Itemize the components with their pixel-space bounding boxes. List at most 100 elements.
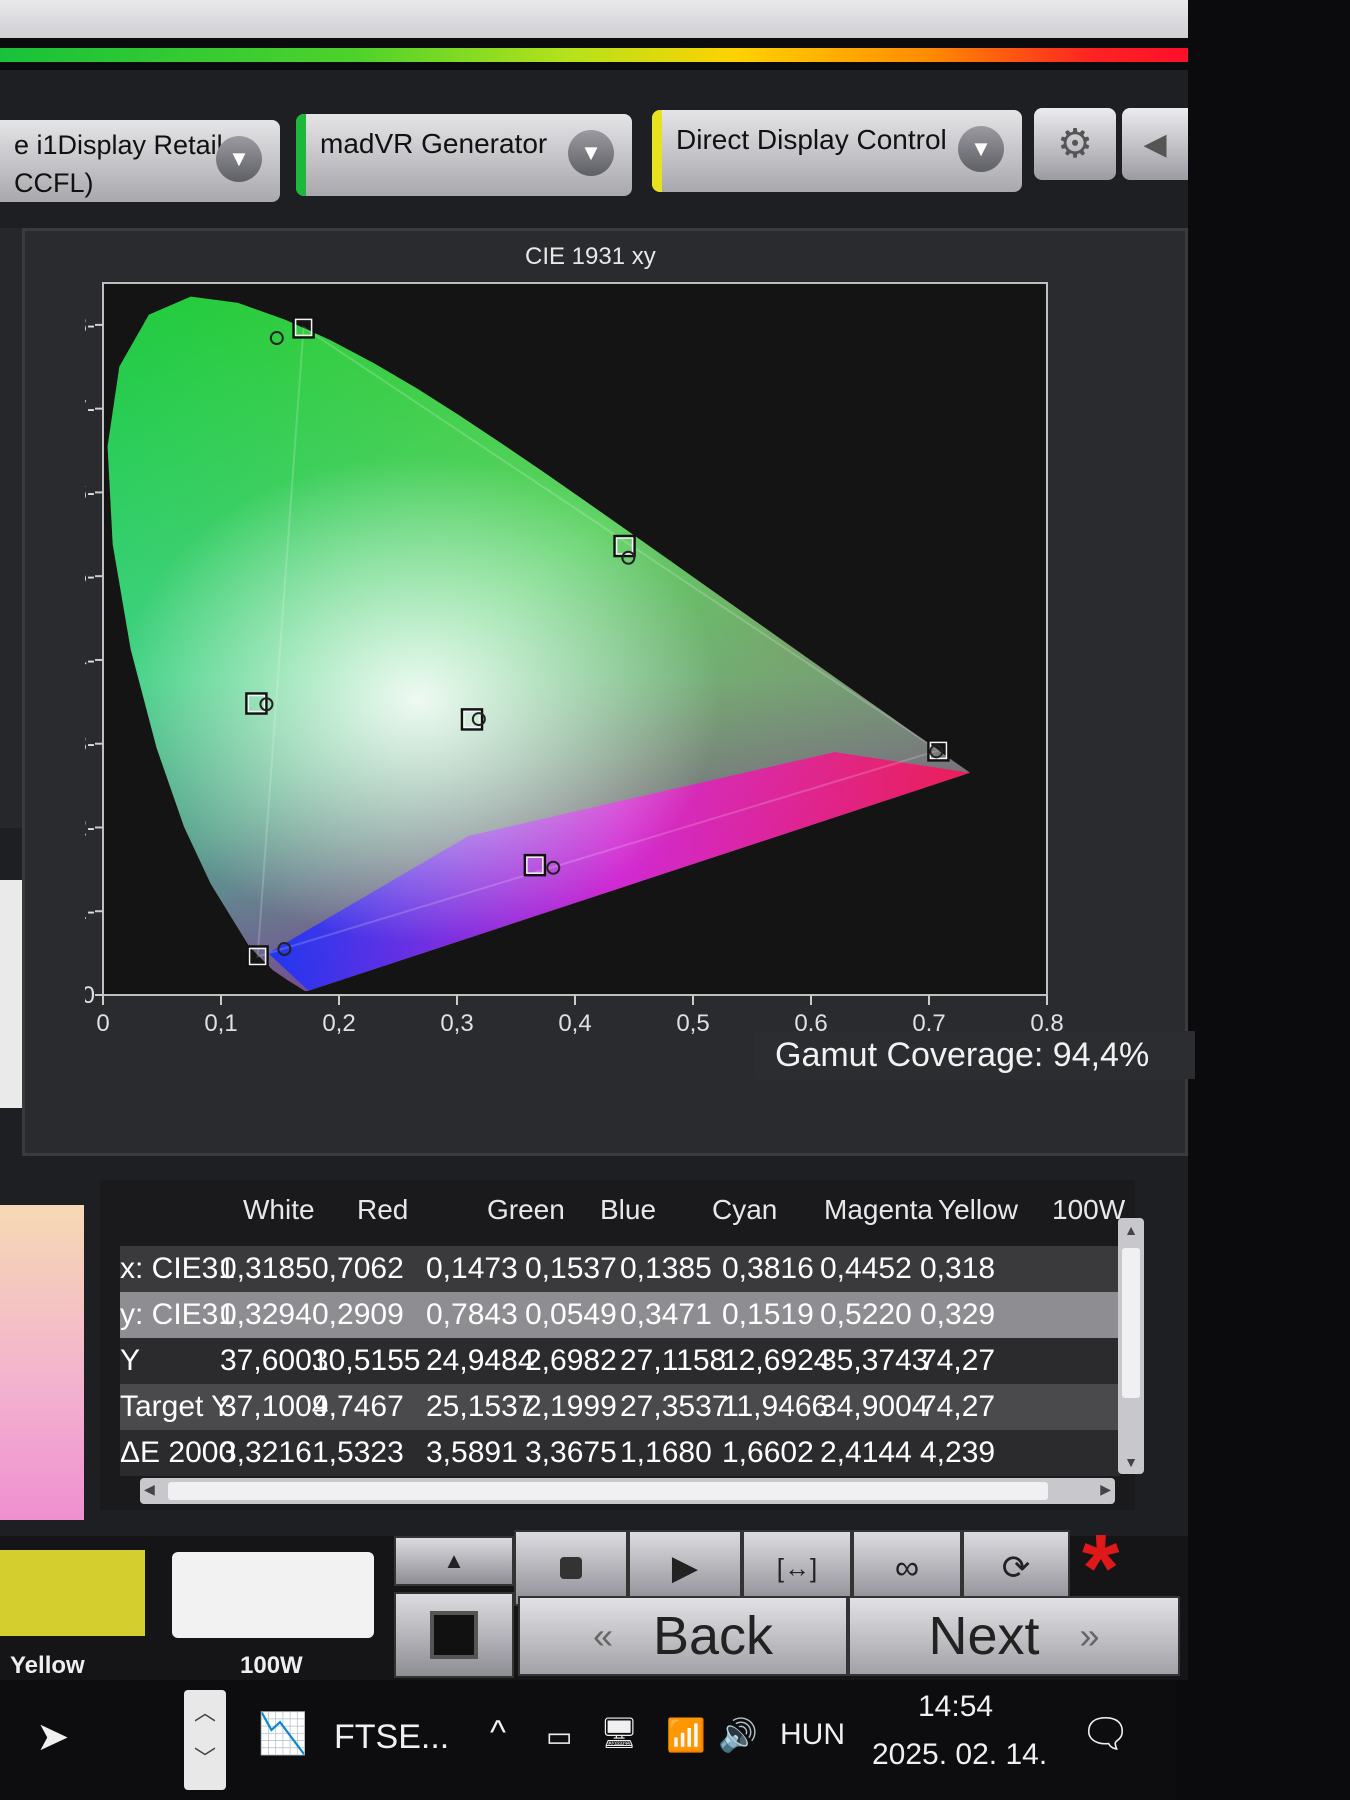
table-cell: 27,1158 [620,1344,727,1377]
scroll-down-icon[interactable]: ▼ [1121,1454,1141,1470]
table-cell: 10,5155 [312,1344,421,1377]
table-cell: 0,2909 [312,1298,404,1331]
language-indicator[interactable]: HUN [780,1718,845,1752]
meter-dropdown[interactable]: e i1Display Retail CCFL) ▼ [0,120,280,202]
y-tick-label: 0,8- [85,312,95,339]
chevron-left-icon: ◀ [1143,127,1167,161]
measurement-table: White Red Green Blue Cyan Magenta Yellow… [100,1180,1135,1510]
white-swatch-label: 100W [240,1652,303,1679]
display-control-accent [652,110,662,192]
scroll-up-button[interactable]: ▲ [394,1536,514,1586]
chevron-down-icon[interactable]: ﹀ [184,1736,226,1782]
table-cell: 1,1680 [620,1436,712,1469]
progress-rainbow-bar [0,48,1188,62]
table-cell: 0,3294 [220,1298,312,1331]
back-button-label: Back [652,1606,774,1666]
table-cell: 2,4144 [820,1436,912,1469]
table-cell: 0,1519 [722,1298,814,1331]
tray-chevron-up-icon[interactable]: ^ [490,1714,506,1753]
table-cell: 0,7843 [426,1298,518,1331]
table-cell: 74,27 [920,1390,996,1423]
y-tick-label: 0,3- [85,731,95,758]
scroll-up-icon[interactable]: ▲ [1121,1222,1141,1238]
row-label: x: CIE31 [120,1252,236,1285]
ftse-app-icon[interactable]: 📉 [258,1710,308,1757]
cursor-arrow-icon: ➤ [36,1715,70,1759]
table-cell: 3,3675 [525,1436,617,1469]
white-swatch[interactable] [172,1552,374,1638]
wifi-icon[interactable]: 📶 [666,1716,706,1754]
y-tick-label: 0,7- [85,396,95,423]
next-button[interactable]: Next » [848,1596,1180,1676]
generator-dropdown[interactable]: madVR Generator ▼ [296,114,632,196]
horizontal-scroll-thumb[interactable] [168,1482,1048,1500]
table-cell: 0,318 [920,1252,996,1285]
row-label: ΔE 2000 [120,1436,236,1469]
col-header: Red [357,1194,409,1225]
taskbar-scroller[interactable]: ︿ ﹀ [184,1690,226,1790]
table-cell: 4,239 [920,1436,996,1469]
left-gradient-swatch [0,1205,84,1520]
clock-time[interactable]: 14:54 [918,1690,993,1724]
battery-icon[interactable]: ▭ [546,1720,572,1753]
range-button[interactable]: [↔] [742,1530,852,1606]
loop-button[interactable]: ∞ [852,1530,962,1606]
back-button[interactable]: « Back [518,1596,848,1676]
refresh-button[interactable]: ⟳ [962,1530,1070,1606]
vertical-scroll-thumb[interactable] [1122,1248,1140,1398]
collapse-button[interactable]: ◀ [1122,108,1188,180]
double-chevron-right-icon: » [1079,1615,1100,1656]
network-monitor-icon[interactable]: 🖥 [600,1716,638,1751]
table-cell: 2,1999 [525,1390,617,1423]
generator-accent [296,114,306,196]
notification-icon[interactable]: 🗨 [1080,1710,1131,1757]
x-tick-label: 0 [96,1010,109,1037]
table-horizontal-scrollbar[interactable]: ◀ ▶ [140,1478,1115,1504]
stop-measure-button[interactable] [394,1592,514,1678]
next-button-label: Next [928,1606,1040,1666]
x-tick-label: 0,1 [204,1010,237,1037]
clock-date[interactable]: 2025. 02. 14. [872,1738,1047,1772]
table-cell: 24,9484 [426,1344,535,1377]
play-icon: ▶ [671,1549,699,1587]
col-header: 100W [1052,1194,1126,1225]
row-label: Y [120,1344,141,1377]
display-control-dropdown[interactable]: Direct Display Control ▼ [652,110,1022,192]
table-cell: 27,3537 [620,1390,729,1423]
table-cell: 74,27 [920,1344,996,1377]
table-cell: 0,3471 [620,1298,712,1331]
speaker-icon[interactable]: 🔊 [718,1716,758,1754]
triangle-up-icon: ▲ [443,1548,465,1573]
cie-chart-panel: CIE 1931 xy 0 0,1 0,2 0,3 0,4 0,5 0,6 0,… [22,228,1195,1156]
y-tick-label: 0,5- [85,563,95,590]
table-cell: 34,9004 [820,1390,929,1423]
col-header: White [243,1194,315,1225]
stop-square-icon [430,1611,478,1659]
top-window-strip [0,0,1188,38]
chevron-down-icon[interactable]: ▼ [568,130,614,176]
yellow-swatch-label: Yellow [10,1652,85,1679]
stop-button[interactable] [514,1530,628,1606]
refresh-icon: ⟳ [1001,1549,1031,1587]
chevron-down-icon[interactable]: ▼ [216,136,262,182]
table-cell: 25,1537 [426,1390,535,1423]
yellow-swatch[interactable] [0,1550,145,1636]
double-chevron-left-icon: « [592,1615,613,1656]
chevron-up-icon[interactable]: ︿ [184,1690,226,1736]
chevron-down-icon[interactable]: ▼ [958,126,1004,172]
scroll-left-icon[interactable]: ◀ [144,1481,155,1498]
settings-button[interactable]: ⚙ [1034,108,1116,180]
cie-plot: 00,10,20,30,40,50,60,70,800,1-0,2-0,3-0,… [85,282,1064,1037]
taskbar: ➤ ︿ ﹀ 📉 FTSE... ^ ▭ 🖥 📶 🔊 HUN 14:54 2025… [0,1680,1176,1800]
table-vertical-scrollbar[interactable]: ▲ ▼ [1118,1218,1144,1474]
scroll-right-icon[interactable]: ▶ [1100,1481,1111,1498]
table-header: White Red Green Blue Cyan Magenta Yellow… [100,1180,1135,1240]
table-cell: 3,3216 [220,1436,312,1469]
play-button[interactable]: ▶ [628,1530,742,1606]
stop-icon [560,1557,582,1579]
x-tick-label: 0,2 [322,1010,355,1037]
row-label: Target Y [120,1390,232,1423]
row-label: y: CIE31 [120,1298,236,1331]
gear-icon: ⚙ [1057,122,1093,166]
taskbar-app-label[interactable]: FTSE... [334,1718,449,1757]
